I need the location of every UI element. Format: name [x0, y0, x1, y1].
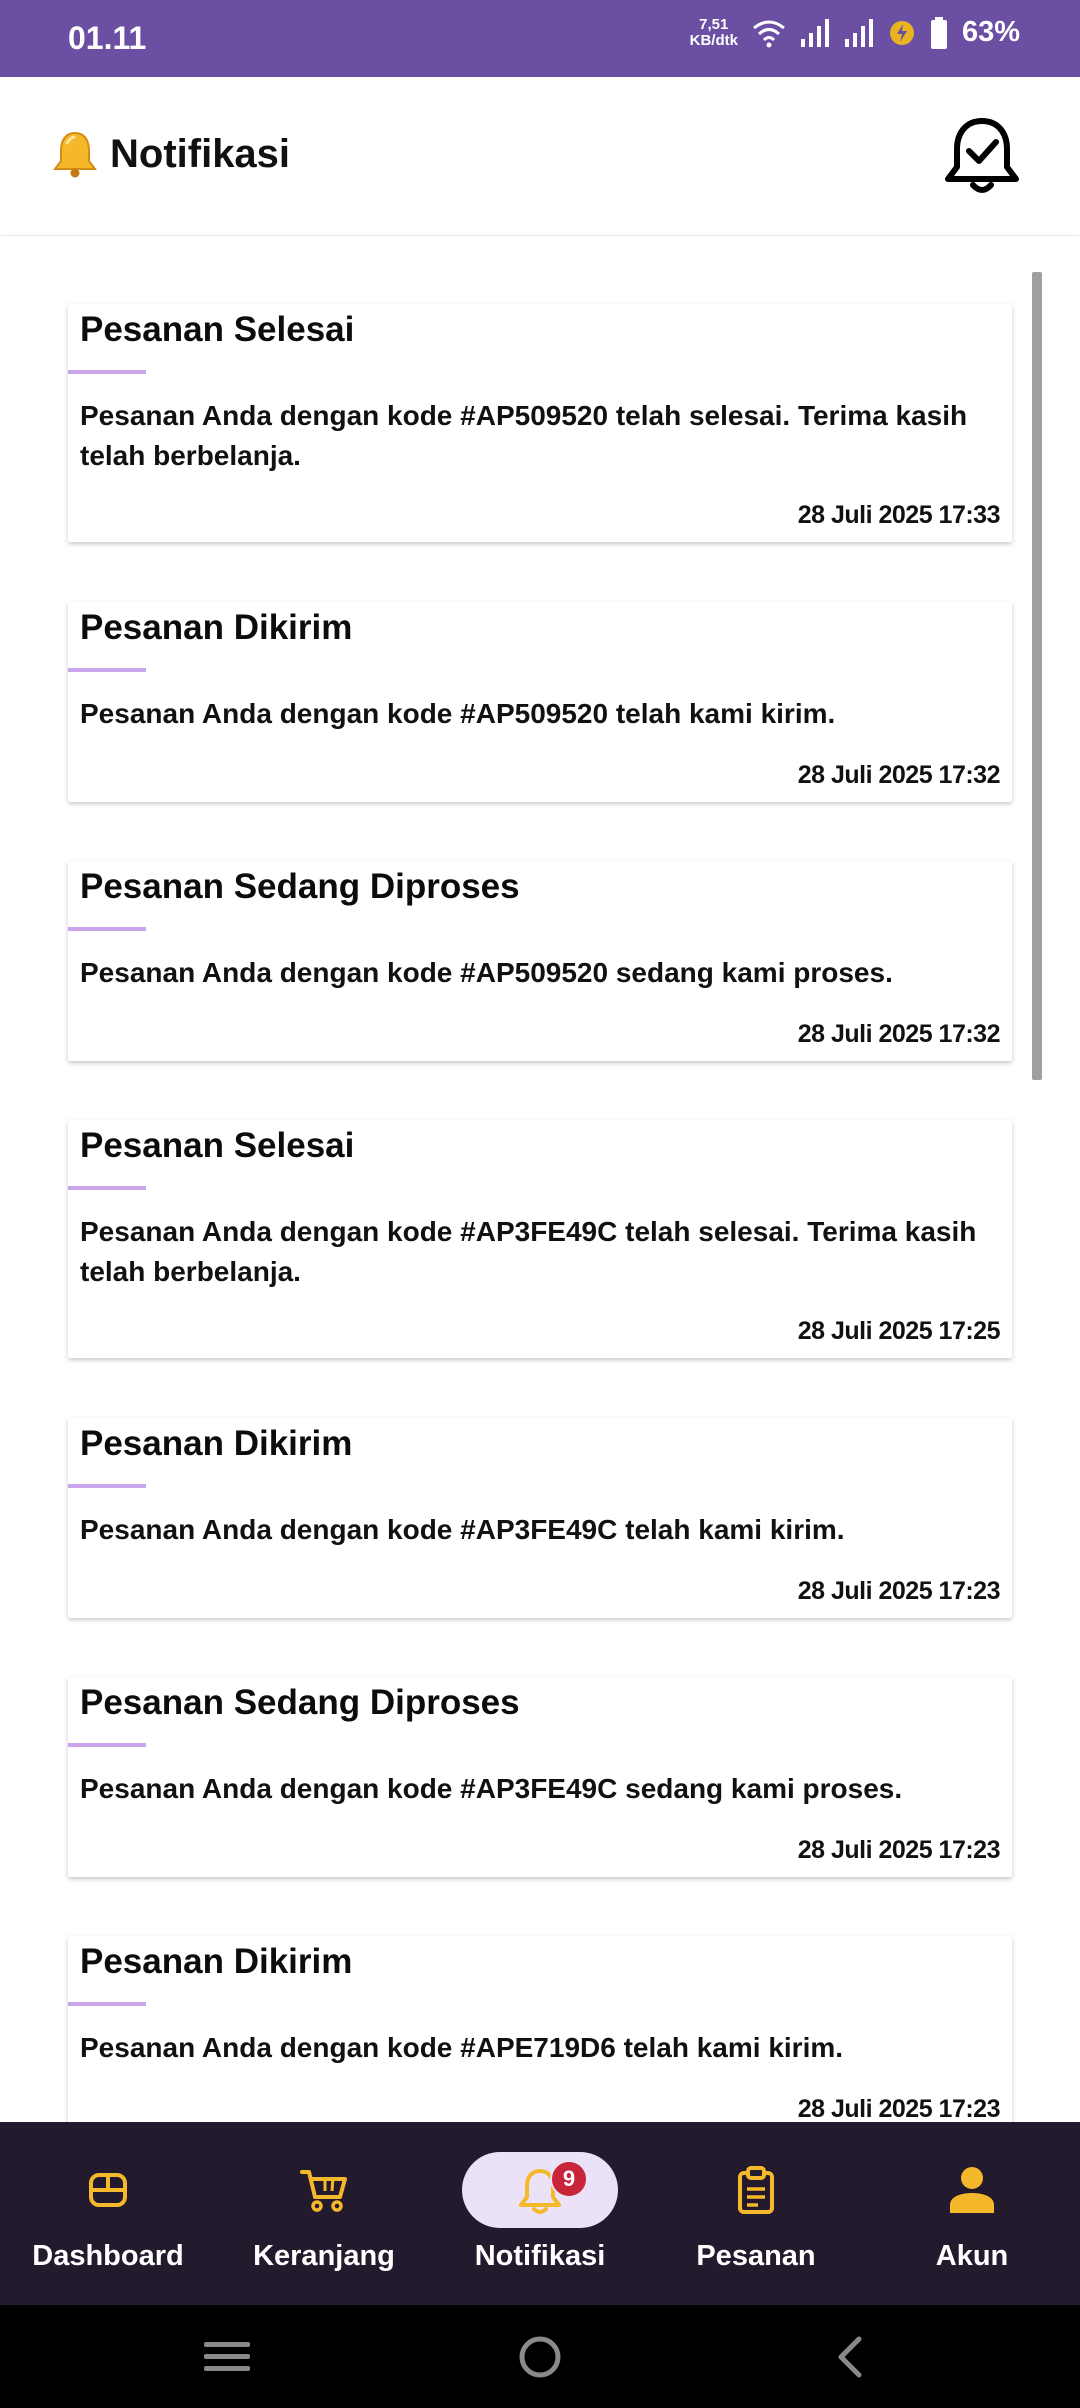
notification-date: 28 Juli 2025 17:23: [797, 2095, 1001, 2122]
network-speed-unit: KB/dtk: [689, 31, 738, 49]
bell-check-icon: [945, 118, 1019, 193]
clipboard-icon: [738, 2166, 774, 2214]
notification-body: Pesanan Anda dengan kode #AP3FE49C telah…: [80, 1216, 977, 1287]
notification-card[interactable]: Pesanan Dikirim Pesanan Anda dengan kode…: [68, 1936, 1012, 2122]
nav-dashboard[interactable]: Dashboard: [0, 2122, 216, 2305]
title-accent-line: [68, 1743, 146, 1747]
bottom-nav: Dashboard Keranjang 9 Notifikasi Pesanan…: [0, 2122, 1080, 2305]
notification-card[interactable]: Pesanan Selesai Pesanan Anda dengan kode…: [68, 304, 1012, 542]
notification-date: 28 Juli 2025 17:32: [797, 1020, 1001, 1048]
notification-title: Pesanan Sedang Diproses: [80, 1683, 520, 1722]
notification-body: Pesanan Anda dengan kode #AP509520 telah…: [80, 698, 836, 729]
page-title-wrap: Notifikasi: [50, 129, 290, 179]
menu-lines-icon: [204, 2342, 250, 2371]
nav-label: Pesanan: [696, 2240, 816, 2272]
home-button[interactable]: [510, 2327, 570, 2387]
notification-card[interactable]: Pesanan Selesai Pesanan Anda dengan kode…: [68, 1120, 1012, 1358]
wifi-icon: [752, 18, 786, 48]
notification-badge: 9: [550, 2160, 588, 2198]
nav-icon-container: [246, 2152, 402, 2228]
page-title: Notifikasi: [110, 131, 291, 176]
notification-title: Pesanan Dikirim: [80, 608, 353, 647]
notification-body: Pesanan Anda dengan kode #AP509520 telah…: [80, 400, 968, 471]
notification-date: 28 Juli 2025 17:33: [797, 501, 1001, 529]
home-circle-icon: [519, 2336, 561, 2378]
notification-body: Pesanan Anda dengan kode #AP509520 sedan…: [80, 957, 893, 988]
notification-title: Pesanan Selesai: [80, 310, 355, 349]
title-accent-line: [68, 2002, 146, 2006]
title-accent-line: [68, 370, 146, 374]
title-accent-line: [68, 668, 146, 672]
notification-card[interactable]: Pesanan Dikirim Pesanan Anda dengan kode…: [68, 602, 1012, 802]
battery-percentage: 63%: [961, 16, 1020, 48]
dashboard-icon: [89, 2173, 127, 2207]
notification-card[interactable]: Pesanan Sedang Diproses Pesanan Anda den…: [68, 1677, 1012, 1877]
network-speed: 7,51 KB/dtk: [689, 15, 738, 49]
nav-label: Keranjang: [253, 2240, 395, 2272]
cart-icon: [300, 2170, 347, 2212]
power-saver-icon: [888, 19, 916, 47]
nav-notifikasi[interactable]: 9 Notifikasi: [432, 2122, 648, 2305]
notification-body: Pesanan Anda dengan kode #AP3FE49C telah…: [80, 1514, 845, 1545]
notification-title: Pesanan Dikirim: [80, 1424, 353, 1463]
nav-icon-container: 9: [462, 2152, 618, 2228]
nav-keranjang[interactable]: Keranjang: [216, 2122, 432, 2305]
app-header: Notifikasi: [0, 77, 1080, 235]
nav-akun[interactable]: Akun: [864, 2122, 1080, 2305]
system-nav-bar: [0, 2305, 1080, 2408]
notification-title: Pesanan Sedang Diproses: [80, 867, 520, 906]
nav-label: Akun: [935, 2240, 1009, 2272]
nav-icon-container: [30, 2152, 186, 2228]
network-speed-value: 7,51: [699, 15, 729, 33]
notification-title: Pesanan Dikirim: [80, 1942, 353, 1981]
scrollbar[interactable]: [1032, 272, 1042, 1080]
nav-pesanan[interactable]: Pesanan: [648, 2122, 864, 2305]
nav-label: Dashboard: [32, 2240, 184, 2272]
title-accent-line: [68, 1484, 146, 1488]
status-bar: 01.11 7,51 KB/dtk 63%: [0, 0, 1080, 77]
mark-all-read-button[interactable]: [942, 115, 1022, 197]
status-time: 01.11: [68, 20, 147, 56]
notification-list[interactable]: Pesanan Selesai Pesanan Anda dengan kode…: [0, 236, 1080, 2122]
title-accent-line: [68, 1186, 146, 1190]
nav-icon-container: [678, 2152, 834, 2228]
notification-date: 28 Juli 2025 17:23: [797, 1836, 1001, 1864]
nav-icon-container: [894, 2152, 1050, 2228]
notification-date: 28 Juli 2025 17:23: [797, 1577, 1001, 1605]
notification-title: Pesanan Selesai: [80, 1126, 355, 1165]
notification-card[interactable]: Pesanan Dikirim Pesanan Anda dengan kode…: [68, 1418, 1012, 1618]
notification-card[interactable]: Pesanan Sedang Diproses Pesanan Anda den…: [68, 861, 1012, 1061]
nav-label: Notifikasi: [474, 2240, 606, 2272]
signal-icon-2: [844, 18, 874, 47]
notification-date: 28 Juli 2025 17:25: [797, 1317, 1001, 1345]
notification-body: Pesanan Anda dengan kode #AP3FE49C sedan…: [80, 1773, 903, 1804]
status-icons: 7,51 KB/dtk 63%: [690, 16, 1020, 49]
recent-apps-button[interactable]: [197, 2327, 257, 2387]
person-icon: [950, 2167, 994, 2213]
back-chevron-icon: [838, 2336, 862, 2378]
battery-icon: [930, 16, 948, 49]
notification-body: Pesanan Anda dengan kode #APE719D6 telah…: [80, 2032, 844, 2063]
signal-icon-1: [800, 18, 830, 47]
back-button[interactable]: [820, 2327, 880, 2387]
title-accent-line: [68, 927, 146, 931]
notification-date: 28 Juli 2025 17:32: [797, 761, 1001, 789]
bell-emoji-icon: [50, 129, 100, 179]
